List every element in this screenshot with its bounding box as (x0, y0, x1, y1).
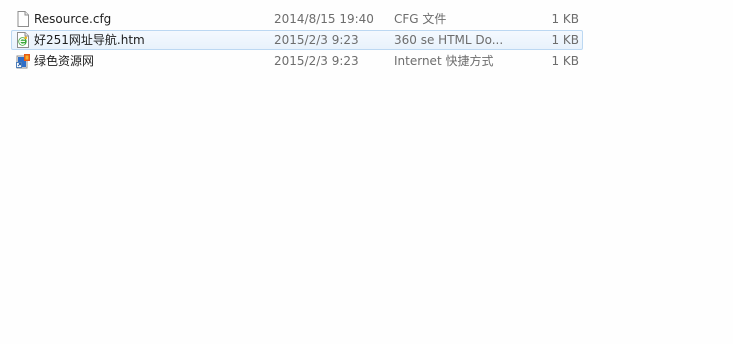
file-row-htm[interactable]: 好251网址导航.htm 2015/2/3 9:23 360 se HTML D… (11, 30, 583, 50)
file-date-modified: 2015/2/3 9:23 (274, 33, 359, 47)
blank-file-icon (15, 11, 31, 27)
file-name: Resource.cfg (34, 12, 112, 26)
file-name: 绿色资源网 (34, 54, 95, 68)
file-name: 好251网址导航.htm (34, 33, 145, 47)
file-type: CFG 文件 (394, 12, 447, 26)
file-size: 1 KB (551, 33, 579, 47)
file-row-resource-cfg[interactable]: Resource.cfg 2014/8/15 19:40 CFG 文件 1 KB (11, 9, 583, 29)
file-row-internet-shortcut[interactable]: 绿色资源网 2015/2/3 9:23 Internet 快捷方式 1 KB (11, 51, 583, 71)
internet-shortcut-icon (15, 53, 31, 69)
file-date-modified: 2014/8/15 19:40 (274, 12, 374, 26)
file-type: 360 se HTML Do... (394, 33, 504, 47)
file-size: 1 KB (551, 12, 579, 26)
file-date-modified: 2015/2/3 9:23 (274, 54, 359, 68)
file-type: Internet 快捷方式 (394, 54, 494, 68)
file-list-pane[interactable]: Resource.cfg 2014/8/15 19:40 CFG 文件 1 KB… (0, 0, 733, 344)
360se-html-file-icon (15, 32, 31, 48)
file-size: 1 KB (551, 54, 579, 68)
